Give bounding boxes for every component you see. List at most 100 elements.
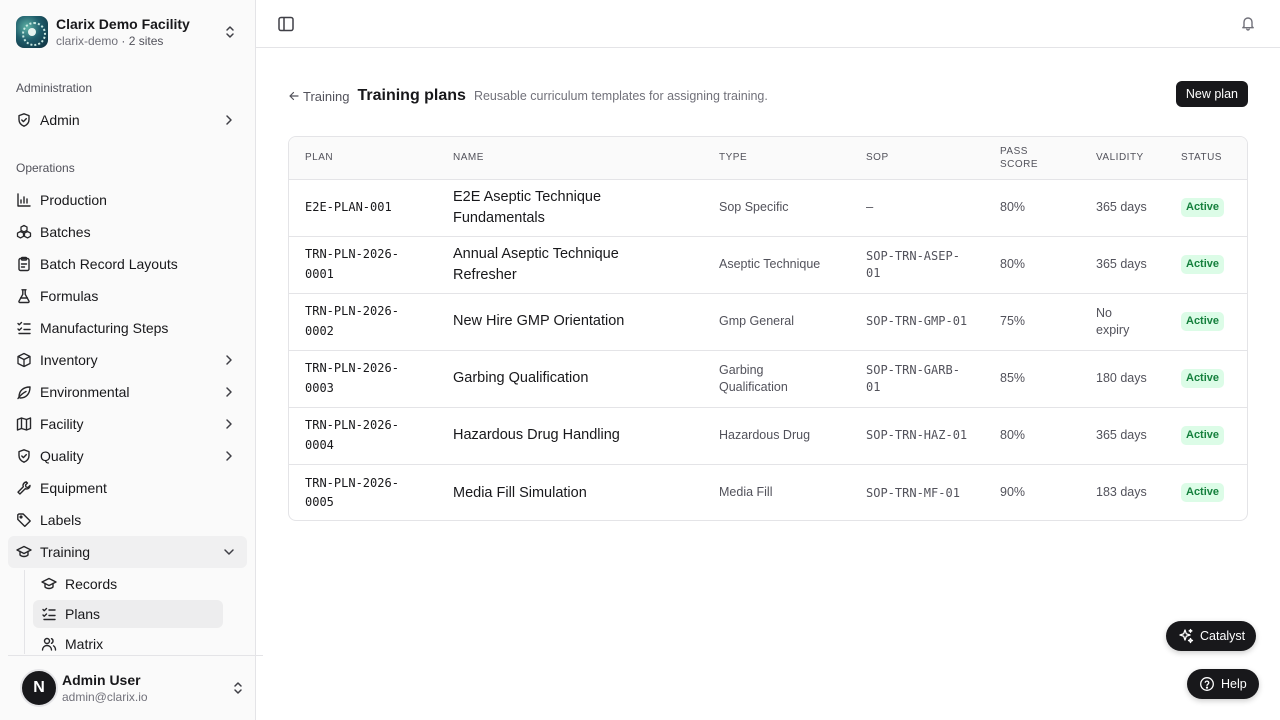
chevron-right-icon	[226, 451, 232, 461]
page-subtitle: Reusable curriculum templates for assign…	[473, 89, 768, 103]
table-row[interactable]: TRN-PLN-2026-0002 New Hire GMP Orientati…	[289, 293, 1247, 350]
sidebar-item-facility[interactable]: Facility	[8, 408, 247, 440]
table-row[interactable]: TRN-PLN-2026-0001 Annual Aseptic Techniq…	[289, 236, 1247, 293]
sidebar-item-label: Manufacturing Steps	[40, 320, 169, 336]
training-submenu: Records Plans Matrix	[24, 570, 255, 654]
sidebar-item-labels[interactable]: Labels	[8, 504, 247, 536]
chevron-right-icon	[226, 115, 232, 125]
plan-type: Hazardous Drug	[719, 428, 811, 443]
org-slug: clarix-demo	[56, 33, 119, 48]
page-title: Training plans	[357, 87, 466, 104]
sidebar-item-batch-record-layouts[interactable]: Batch Record Layouts	[8, 248, 247, 280]
wrench-icon	[16, 480, 32, 496]
column-header-type[interactable]: Type	[711, 137, 858, 179]
plan-name: Hazardous Drug Handling	[453, 427, 620, 444]
sidebar-item-formulas[interactable]: Formulas	[8, 280, 247, 312]
flask-icon	[16, 288, 32, 304]
status-badge: Active	[1181, 255, 1225, 274]
shield-check-icon	[16, 448, 32, 464]
sidebar-subitem-label: Matrix	[65, 636, 104, 652]
chevron-right-icon	[226, 419, 232, 429]
back-link[interactable]: Training	[288, 89, 349, 104]
sidebar-subitem-records[interactable]: Records	[33, 570, 223, 598]
sidebar-item-label: Equipment	[40, 480, 107, 496]
org-switcher[interactable]: Clarix Demo Facility clarix-demo · 2 sit…	[8, 8, 248, 56]
clipboard-icon	[16, 256, 32, 272]
plan-sop: SOP-TRN-GMP-01	[866, 314, 968, 329]
section-label-operations: Operations	[16, 161, 75, 175]
plan-code: TRN-PLN-2026-0002	[305, 304, 399, 338]
column-header-validity[interactable]: Validity	[1088, 137, 1173, 179]
sidebar-item-label: Labels	[40, 512, 82, 528]
plan-sop: SOP-TRN-ASEP-01	[866, 249, 960, 280]
arrow-left-icon	[289, 91, 299, 101]
status-badge: Active	[1181, 369, 1225, 388]
user-name: Admin User	[62, 671, 141, 688]
graduation-cap-icon	[41, 576, 57, 592]
users-icon	[41, 636, 57, 652]
sidebar-item-batches[interactable]: Batches	[8, 216, 247, 248]
user-menu[interactable]: N Admin User admin@clarix.io	[8, 655, 263, 720]
new-plan-button[interactable]: New plan	[1175, 81, 1248, 107]
column-header-pass-score[interactable]: Pass score	[992, 137, 1088, 179]
plan-validity: 365 days	[1096, 200, 1147, 215]
sidebar-nav: Administration Admin Operations Producti…	[0, 72, 255, 654]
chevrons-up-down-icon	[234, 682, 242, 694]
sidebar-item-equipment[interactable]: Equipment	[8, 472, 247, 504]
package-icon	[16, 352, 32, 368]
leaf-icon	[16, 384, 32, 400]
sidebar-item-admin[interactable]: Admin	[8, 104, 247, 136]
sparkles-icon	[1179, 628, 1194, 644]
map-icon	[16, 416, 32, 432]
sidebar-item-quality[interactable]: Quality	[8, 440, 247, 472]
sidebar-item-label: Training	[40, 544, 91, 560]
section-label-administration: Administration	[16, 81, 93, 95]
sidebar-item-inventory[interactable]: Inventory	[8, 344, 247, 376]
plan-type: Media Fill	[719, 485, 773, 500]
bell-icon[interactable]	[1240, 15, 1256, 31]
catalyst-label: Catalyst	[1200, 629, 1246, 643]
column-header-status[interactable]: Status	[1173, 137, 1247, 179]
column-header-plan[interactable]: Plan	[289, 137, 445, 179]
plan-pass-score: 75%	[1000, 314, 1026, 329]
help-label: Help	[1221, 677, 1247, 691]
sidebar-subitem-matrix[interactable]: Matrix	[33, 630, 223, 654]
org-name: Clarix Demo Facility	[56, 15, 190, 32]
chevron-right-icon	[226, 355, 232, 365]
sidebar-item-label: Formulas	[40, 288, 99, 304]
boxes-icon	[16, 224, 32, 240]
chart-icon	[16, 192, 32, 208]
help-button[interactable]: Help	[1187, 669, 1259, 699]
plan-name: New Hire GMP Orientation	[453, 313, 625, 330]
sidebar-toggle-icon[interactable]	[276, 14, 296, 34]
table-row[interactable]: TRN-PLN-2026-0004 Hazardous Drug Handlin…	[289, 407, 1247, 464]
sidebar-item-training[interactable]: Training	[8, 536, 247, 568]
plan-type: Aseptic Technique	[719, 257, 821, 272]
sidebar-item-environmental[interactable]: Environmental	[8, 376, 247, 408]
sidebar-item-label: Production	[40, 192, 107, 208]
list-checks-icon	[16, 320, 32, 336]
sidebar-item-production[interactable]: Production	[8, 184, 247, 216]
sidebar-item-label: Batch Record Layouts	[40, 256, 178, 272]
catalyst-button[interactable]: Catalyst	[1166, 621, 1257, 651]
column-header-sop[interactable]: SOP	[858, 137, 992, 179]
table-header-row: Plan Name Type SOP Pass score Validity S…	[289, 137, 1247, 179]
sidebar: Clarix Demo Facility clarix-demo · 2 sit…	[0, 0, 263, 720]
table-row[interactable]: E2E-PLAN-001 E2E Aseptic Technique Funda…	[289, 179, 1247, 236]
plan-type: Garbing Qualification	[719, 362, 788, 394]
sidebar-item-label: Facility	[40, 416, 84, 432]
sidebar-item-label: Batches	[40, 224, 91, 240]
column-header-name[interactable]: Name	[445, 137, 711, 179]
plan-code: TRN-PLN-2026-0001	[305, 247, 399, 281]
table-row[interactable]: TRN-PLN-2026-0003 Garbing Qualification …	[289, 350, 1247, 407]
plan-sop: SOP-TRN-MF-01	[866, 485, 960, 500]
sidebar-subitem-plans[interactable]: Plans	[33, 600, 223, 628]
plan-pass-score: 80%	[1000, 257, 1026, 272]
sidebar-item-label: Environmental	[40, 384, 130, 400]
sidebar-item-manufacturing-steps[interactable]: Manufacturing Steps	[8, 312, 247, 344]
plan-code: TRN-PLN-2026-0003	[305, 361, 399, 395]
plan-validity: 365 days	[1096, 428, 1147, 443]
status-badge: Active	[1181, 426, 1225, 445]
table-row[interactable]: TRN-PLN-2026-0005 Media Fill Simulation …	[289, 464, 1247, 520]
sidebar-item-label: Quality	[40, 448, 84, 464]
